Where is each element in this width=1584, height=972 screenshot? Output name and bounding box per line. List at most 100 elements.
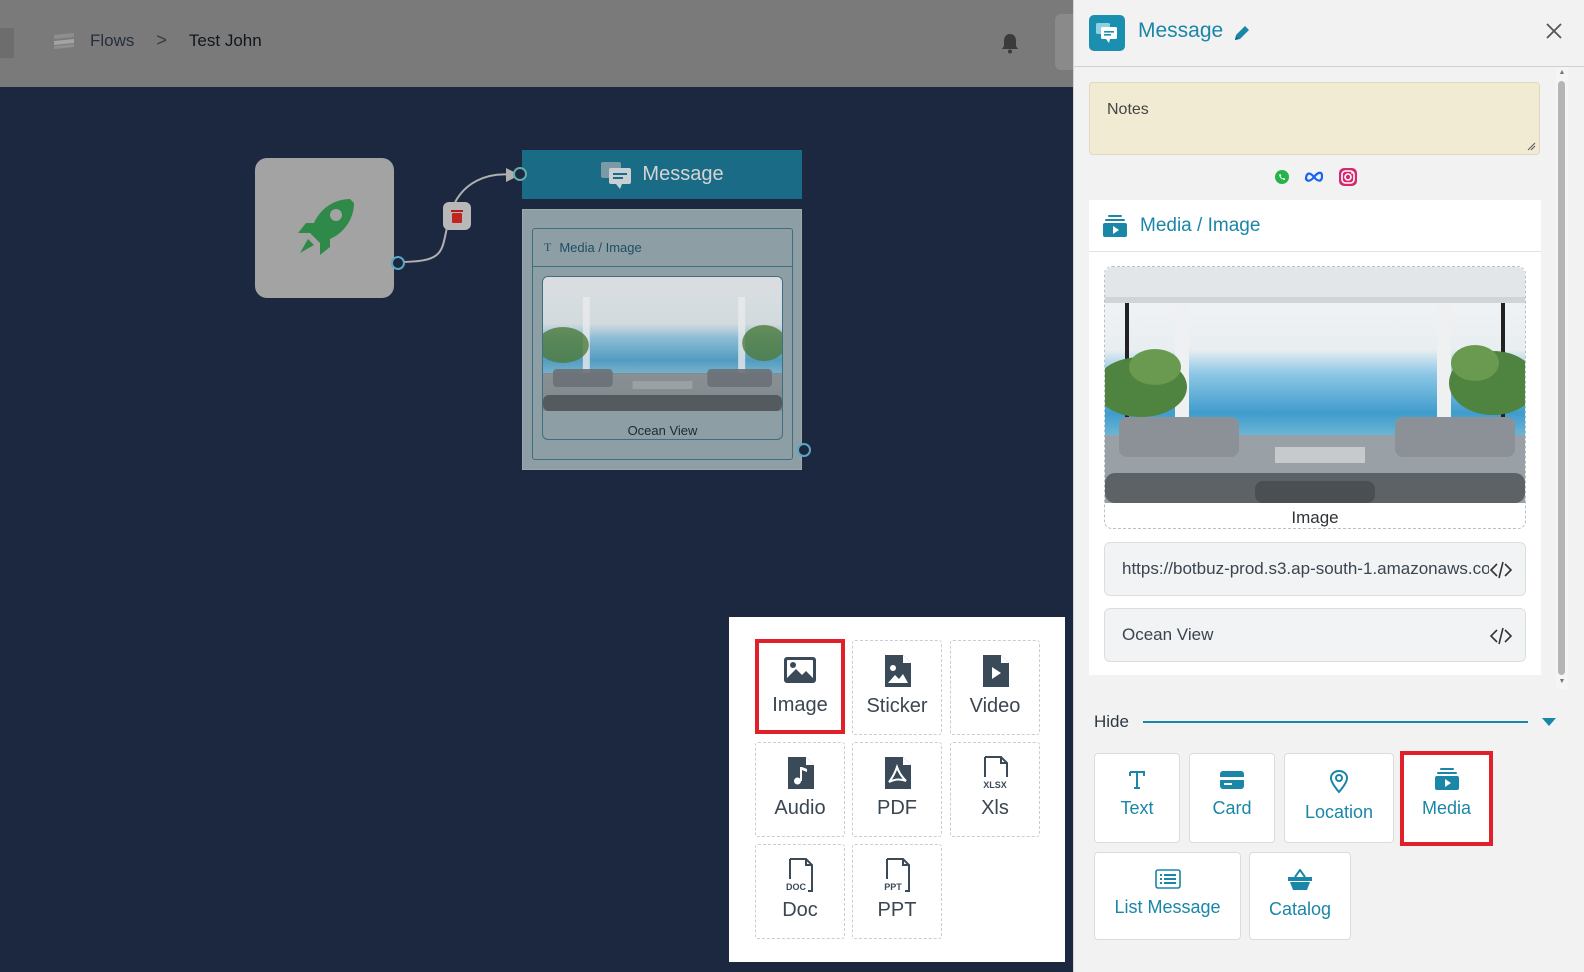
add-card-block-button[interactable]: Card — [1189, 753, 1275, 843]
code-variable-icon[interactable] — [1489, 558, 1513, 582]
image-icon — [784, 657, 816, 683]
media-type-xls[interactable]: XLSX Xls — [950, 742, 1040, 837]
close-icon[interactable] — [1545, 22, 1563, 40]
media-type-label: Audio — [774, 797, 826, 819]
doc-badge: DOC — [786, 882, 807, 892]
scrollbar-thumb[interactable] — [1558, 81, 1565, 675]
hide-label: Hide — [1094, 712, 1129, 731]
media-icon — [1434, 768, 1459, 790]
media-type-image[interactable]: Image — [755, 639, 845, 734]
xlsx-file-icon: XLSX — [983, 756, 1008, 790]
divider — [1142, 721, 1528, 723]
media-type-label: Image — [772, 694, 828, 716]
scroll-up-arrow[interactable]: ▲ — [1558, 69, 1566, 77]
media-block-title: Media / Image — [1140, 214, 1261, 236]
breadcrumb-current: Test John — [188, 30, 262, 50]
resize-grip-icon[interactable] — [1527, 142, 1536, 151]
message-icon — [1089, 15, 1125, 51]
media-block-header: T Media / Image — [533, 229, 792, 267]
media-caption-input[interactable]: Ocean View — [1104, 608, 1526, 662]
flows-icon — [54, 32, 74, 49]
media-block-header: Media / Image — [1089, 200, 1541, 252]
text-icon — [1129, 771, 1145, 789]
channel-icons — [1274, 167, 1358, 192]
messenger-icon — [1304, 170, 1324, 189]
add-catalog-block-button[interactable]: Catalog — [1249, 852, 1351, 940]
message-node-body[interactable]: T Media / Image Ocean View — [522, 209, 802, 470]
ppt-file-icon: PPT — [884, 858, 910, 892]
media-type-pdf[interactable]: PDF — [852, 742, 942, 837]
media-type-ppt[interactable]: PPT PPT — [852, 844, 942, 939]
panel-scroll-area[interactable]: Notes Media / Image Image https://botbuz… — [1074, 67, 1570, 689]
media-icon — [1103, 214, 1127, 237]
xlsx-badge: XLSX — [983, 780, 1007, 790]
add-media-block-button[interactable]: Media — [1400, 751, 1493, 846]
media-type-sticker[interactable]: Sticker — [852, 640, 942, 735]
media-type-label: PPT — [877, 899, 917, 921]
message-edit-panel: Message Notes Media / Image Image https:… — [1073, 0, 1584, 972]
scroll-down-arrow[interactable]: ▼ — [1558, 678, 1566, 686]
message-node-input-port[interactable] — [513, 167, 527, 181]
video-file-icon — [983, 655, 1009, 687]
top-header: Flows > Test John — [0, 0, 1085, 87]
media-type-audio[interactable]: Audio — [755, 742, 845, 837]
collapse-handle[interactable] — [0, 28, 14, 58]
media-block-preview[interactable]: T Media / Image Ocean View — [532, 228, 793, 460]
delete-edge-button[interactable] — [443, 202, 471, 230]
ocean-view-image — [1105, 267, 1525, 503]
media-block-editor: Media / Image Image https://botbuz-prod.… — [1089, 200, 1541, 675]
block-label: List Message — [1114, 897, 1221, 917]
doc-file-icon: DOC — [786, 858, 813, 892]
image-upload-area[interactable]: Image — [1104, 266, 1526, 529]
basket-icon — [1288, 869, 1312, 890]
start-node-output-port[interactable] — [391, 256, 405, 270]
media-url-value: https://botbuz-prod.s3.ap-south-1.amazon… — [1122, 559, 1505, 578]
panel-scrollbar[interactable]: ▲ ▼ — [1556, 67, 1568, 689]
location-pin-icon — [1329, 770, 1349, 794]
notification-bell-icon[interactable] — [1000, 32, 1020, 54]
media-url-input[interactable]: https://botbuz-prod.s3.ap-south-1.amazon… — [1104, 542, 1526, 596]
media-type-label: Video — [969, 695, 1021, 717]
start-node[interactable] — [255, 158, 394, 298]
message-node-header[interactable]: Message — [522, 150, 802, 199]
media-type-label: Xls — [981, 797, 1009, 819]
add-text-block-button[interactable]: Text — [1094, 753, 1180, 843]
block-label: Text — [1120, 798, 1154, 818]
edit-pencil-icon[interactable] — [1232, 23, 1252, 43]
trash-icon — [451, 210, 463, 223]
image-card[interactable]: Ocean View — [542, 276, 783, 440]
sticker-icon — [885, 655, 911, 687]
rocket-icon — [297, 199, 354, 255]
pdf-file-icon — [885, 757, 911, 789]
image-label: Image — [1291, 508, 1339, 527]
panel-title: Message — [1138, 19, 1224, 42]
media-caption-value: Ocean View — [1122, 625, 1214, 644]
media-block-title: Media / Image — [559, 240, 642, 255]
hide-toggle[interactable]: Hide — [1094, 712, 1564, 732]
card-icon — [1220, 771, 1244, 789]
notes-placeholder: Notes — [1107, 101, 1149, 118]
breadcrumb: Flows > Test John — [52, 30, 262, 51]
media-type-label: Sticker — [866, 695, 928, 717]
caret-down-icon[interactable] — [1542, 718, 1556, 726]
ocean-view-image — [543, 277, 782, 411]
message-node-title: Message — [642, 163, 724, 185]
panel-header: Message — [1074, 0, 1584, 67]
code-variable-icon[interactable] — [1489, 624, 1513, 648]
add-location-block-button[interactable]: Location — [1284, 753, 1394, 843]
message-node-output-port[interactable] — [797, 443, 811, 457]
breadcrumb-separator: > — [156, 30, 167, 50]
add-list-message-block-button[interactable]: List Message — [1094, 852, 1241, 940]
notes-textarea[interactable]: Notes — [1089, 82, 1540, 155]
whatsapp-icon — [1274, 169, 1290, 190]
breadcrumb-flows-link[interactable]: Flows — [90, 31, 134, 51]
message-icon — [601, 161, 632, 189]
block-label: Location — [1304, 802, 1374, 822]
media-type-label: PDF — [877, 797, 917, 819]
media-type-doc[interactable]: DOC Doc — [755, 844, 845, 939]
media-type-label: Doc — [782, 899, 818, 921]
instagram-icon — [1338, 167, 1358, 192]
list-icon — [1154, 869, 1181, 889]
media-type-video[interactable]: Video — [950, 640, 1040, 735]
block-label: Card — [1212, 798, 1252, 818]
